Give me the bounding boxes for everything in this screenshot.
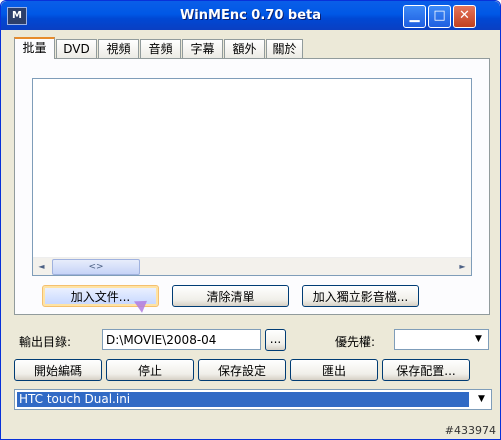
add-audio-button[interactable]: 加入獨立影音檔... [302,285,419,307]
maximize-button[interactable]: □ [428,5,451,28]
tab-batch[interactable]: 批量 [14,37,55,59]
main-window: M WinMEnc 0.70 beta ▁ □ ✕ 批量 DVD 視頻 音頻 字… [0,0,501,440]
output-dir-label: 輸出目錄: [19,335,72,349]
scroll-thumb[interactable]: <> [52,259,140,275]
tab-subtitle[interactable]: 字幕 [182,39,223,58]
watermark: #433974 [444,424,496,437]
export-button[interactable]: 匯出 [290,359,378,381]
minimize-button[interactable]: ▁ [403,5,426,28]
tab-audio[interactable]: 音頻 [140,39,181,58]
save-settings-button[interactable]: 保存設定 [198,359,286,381]
chevron-down-icon[interactable]: ▼ [473,391,490,408]
stop-button[interactable]: 停止 [106,359,194,381]
tab-about[interactable]: 關於 [266,39,303,58]
batch-panel: ◄ <> ► 加入文件... 清除清單 加入獨立影音檔... [14,58,490,315]
output-dir-input[interactable]: D:\MOVIE\2008-04 [102,329,261,350]
title-bar[interactable]: M WinMEnc 0.70 beta ▁ □ ✕ [1,1,500,30]
start-encode-button[interactable]: 開始編碼 [14,359,102,381]
close-button[interactable]: ✕ [453,5,476,28]
clear-list-button[interactable]: 清除清單 [172,285,289,307]
priority-select[interactable]: ▼ [394,329,489,350]
preset-value: HTC touch Dual.ini [17,392,469,407]
tab-extra[interactable]: 額外 [224,39,265,58]
priority-label: 優先權: [335,335,376,349]
tab-video[interactable]: 視頻 [98,39,139,58]
horizontal-scrollbar[interactable]: ◄ <> ► [33,257,471,275]
scroll-left-icon[interactable]: ◄ [33,258,50,275]
scroll-right-icon[interactable]: ► [454,258,471,275]
save-config-button[interactable]: 保存配置... [382,359,470,381]
chevron-down-icon[interactable]: ▼ [470,331,487,348]
browse-button[interactable]: ... [265,329,286,351]
file-list[interactable]: ◄ <> ► [32,78,472,276]
tab-dvd[interactable]: DVD [56,39,97,58]
preset-select[interactable]: HTC touch Dual.ini ▼ [14,389,492,410]
